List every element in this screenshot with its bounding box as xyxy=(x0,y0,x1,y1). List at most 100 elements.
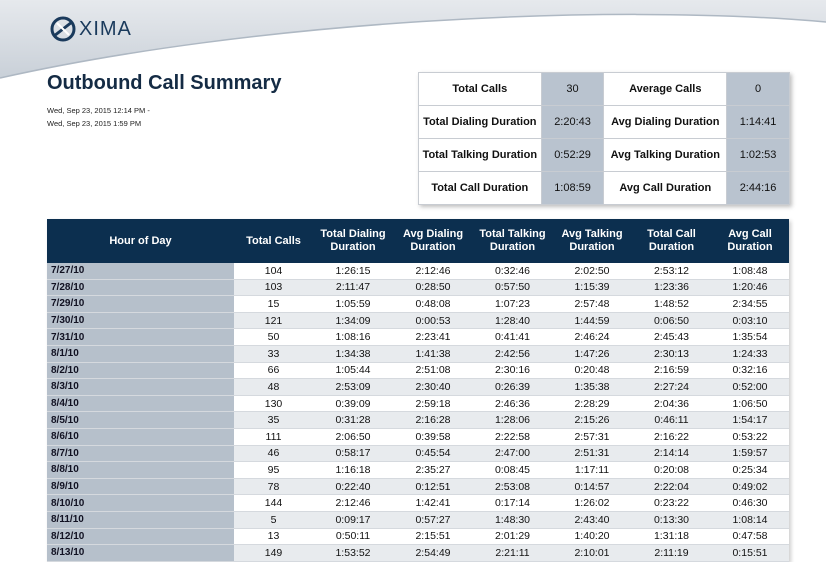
table-cell: 0:14:57 xyxy=(552,478,632,496)
table-cell: 0:06:50 xyxy=(632,312,711,330)
table-cell: 2:10:01 xyxy=(552,544,632,562)
table-cell: 0:13:30 xyxy=(632,511,711,529)
summary-label: Avg Talking Duration xyxy=(603,138,728,172)
table-cell: 2:14:14 xyxy=(632,445,711,463)
summary-label: Avg Dialing Duration xyxy=(603,105,728,139)
row-date: 8/8/10 xyxy=(47,461,234,479)
table-cell: 1:05:59 xyxy=(313,295,393,313)
table-cell: 2:46:24 xyxy=(552,328,632,346)
column-header: Total Calls xyxy=(234,219,313,263)
table-cell: 2:06:50 xyxy=(313,428,393,446)
table-cell: 111 xyxy=(234,428,313,446)
table-cell: 121 xyxy=(234,312,313,330)
row-date: 8/12/10 xyxy=(47,528,234,546)
table-cell: 149 xyxy=(234,544,313,562)
table-cell: 0:50:11 xyxy=(313,528,393,546)
table-cell: 2:27:24 xyxy=(632,378,711,396)
row-date: 8/9/10 xyxy=(47,478,234,496)
table-row: 7/27/10 104 1:26:15 2:12:46 0:32:46 2:02:50 2:… xyxy=(47,263,789,280)
table-cell: 1:28:40 xyxy=(473,312,552,330)
table-cell: 104 xyxy=(234,263,313,280)
table-cell: 0:58:17 xyxy=(313,445,393,463)
table-cell: 1:48:52 xyxy=(632,295,711,313)
table-cell: 0:39:58 xyxy=(393,428,473,446)
table-cell: 0:12:51 xyxy=(393,478,473,496)
table-cell: 2:34:55 xyxy=(711,295,789,313)
table-cell: 1:40:20 xyxy=(552,528,632,546)
summary-row: Total Dialing Duration 2:20:43 Avg Dialing… xyxy=(418,105,790,139)
table-cell: 46 xyxy=(234,445,313,463)
table-cell: 2:11:47 xyxy=(313,279,393,297)
table-cell: 2:42:56 xyxy=(473,345,552,363)
summary-value: 1:08:59 xyxy=(540,171,605,205)
table-cell: 2:12:46 xyxy=(393,263,473,280)
table-cell: 2:45:43 xyxy=(632,328,711,346)
table-row: 7/30/10 121 1:34:09 0:00:53 1:28:40 1:44:59 0:… xyxy=(47,312,789,330)
table-cell: 0:28:50 xyxy=(393,279,473,297)
page-title: Outbound Call Summary xyxy=(47,72,282,94)
table-cell: 1:26:02 xyxy=(552,494,632,512)
summary-value: 1:02:53 xyxy=(726,138,790,172)
table-cell: 0:20:48 xyxy=(552,362,632,380)
table-cell: 1:17:11 xyxy=(552,461,632,479)
table-cell: 2:57:31 xyxy=(552,428,632,446)
summary-label: Average Calls xyxy=(603,72,728,106)
table-cell: 1:48:30 xyxy=(473,511,552,529)
table-cell: 0:20:08 xyxy=(632,461,711,479)
row-date: 8/2/10 xyxy=(47,362,234,380)
table-cell: 35 xyxy=(234,411,313,429)
table-cell: 130 xyxy=(234,395,313,413)
table-cell: 1:47:26 xyxy=(552,345,632,363)
table-row: 7/31/10 50 1:08:16 2:23:41 0:41:41 2:46:24 2:4… xyxy=(47,328,789,346)
table-cell: 2:43:40 xyxy=(552,511,632,529)
table-cell: 33 xyxy=(234,345,313,363)
table-cell: 2:04:36 xyxy=(632,395,711,413)
table-cell: 0:15:51 xyxy=(711,544,789,562)
date-start: Wed, Sep 23, 2015 12:14 PM - xyxy=(47,106,150,115)
table-cell: 0:23:22 xyxy=(632,494,711,512)
table-cell: 1:42:41 xyxy=(393,494,473,512)
table-cell: 0:57:50 xyxy=(473,279,552,297)
xima-logo-icon xyxy=(50,16,76,42)
row-date: 8/5/10 xyxy=(47,411,234,429)
table-cell: 2:22:04 xyxy=(632,478,711,496)
table-row: 8/13/10 149 1:53:52 2:54:49 2:21:11 2:10:01 2:… xyxy=(47,544,789,562)
table-cell: 0:17:14 xyxy=(473,494,552,512)
table-row: 8/2/10 66 1:05:44 2:51:08 2:30:16 0:20:48 2:16… xyxy=(47,362,789,380)
table-cell: 13 xyxy=(234,528,313,546)
column-header: Total Call Duration xyxy=(632,219,711,263)
row-date: 7/28/10 xyxy=(47,279,234,297)
summary-value: 2:44:16 xyxy=(726,171,790,205)
summary-value: 1:14:41 xyxy=(726,105,790,139)
table-cell: 1:23:36 xyxy=(632,279,711,297)
table-cell: 0:46:11 xyxy=(632,411,711,429)
row-date: 8/3/10 xyxy=(47,378,234,396)
row-date: 8/6/10 xyxy=(47,428,234,446)
summary-label: Total Call Duration xyxy=(418,171,542,205)
table-cell: 2:12:46 xyxy=(313,494,393,512)
table-cell: 50 xyxy=(234,328,313,346)
summary-row: Total Call Duration 1:08:59 Avg Call Durat… xyxy=(418,171,790,205)
table-cell: 2:30:40 xyxy=(393,378,473,396)
table-cell: 48 xyxy=(234,378,313,396)
table-cell: 0:25:34 xyxy=(711,461,789,479)
table-cell: 144 xyxy=(234,494,313,512)
row-date: 8/13/10 xyxy=(47,544,234,562)
row-date: 8/11/10 xyxy=(47,511,234,529)
table-row: 8/12/10 13 0:50:11 2:15:51 2:01:29 1:40:20 1:3… xyxy=(47,528,789,546)
hourly-table-container: Hour of Day Total Calls Total Dialing Dura… xyxy=(47,219,789,562)
logo-text: XIMA xyxy=(79,17,132,40)
table-cell: 0:39:09 xyxy=(313,395,393,413)
row-date: 7/27/10 xyxy=(47,263,234,280)
table-cell: 2:51:31 xyxy=(552,445,632,463)
table-cell: 0:46:30 xyxy=(711,494,789,512)
table-row: 8/11/10 5 0:09:17 0:57:27 1:48:30 2:43:40 0:13… xyxy=(47,511,789,529)
table-cell: 1:28:06 xyxy=(473,411,552,429)
table-cell: 1:24:33 xyxy=(711,345,789,363)
table-cell: 2:59:18 xyxy=(393,395,473,413)
summary-label: Avg Call Duration xyxy=(603,171,728,205)
summary-label: Total Calls xyxy=(418,72,542,106)
table-cell: 5 xyxy=(234,511,313,529)
table-cell: 2:35:27 xyxy=(393,461,473,479)
date-range: Wed, Sep 23, 2015 12:14 PM - Wed, Sep 23… xyxy=(47,104,150,130)
